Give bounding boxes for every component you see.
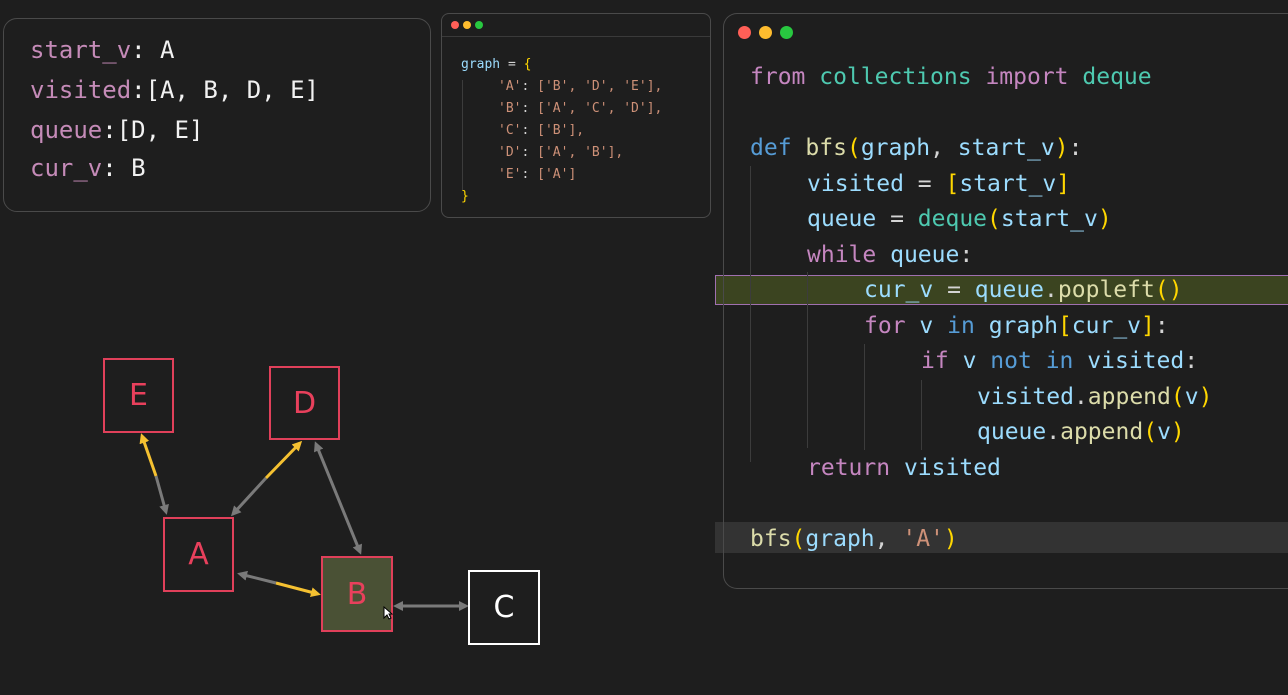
edge-a-b-yellow	[275, 581, 321, 598]
edge-a-b-gray	[237, 570, 277, 585]
node-c[interactable]: C	[468, 570, 540, 645]
node-a[interactable]: A	[163, 517, 234, 592]
edge-a-e-yellow	[139, 433, 158, 477]
edge-a-d-yellow	[264, 440, 303, 480]
edge-a-d-gray	[230, 476, 268, 517]
node-d[interactable]: D	[269, 366, 340, 440]
mouse-cursor-icon	[383, 606, 393, 620]
node-b[interactable]: B	[321, 556, 393, 632]
node-e[interactable]: E	[103, 358, 174, 433]
edge-a-e-gray	[154, 475, 169, 515]
edge-d-b	[314, 441, 362, 555]
